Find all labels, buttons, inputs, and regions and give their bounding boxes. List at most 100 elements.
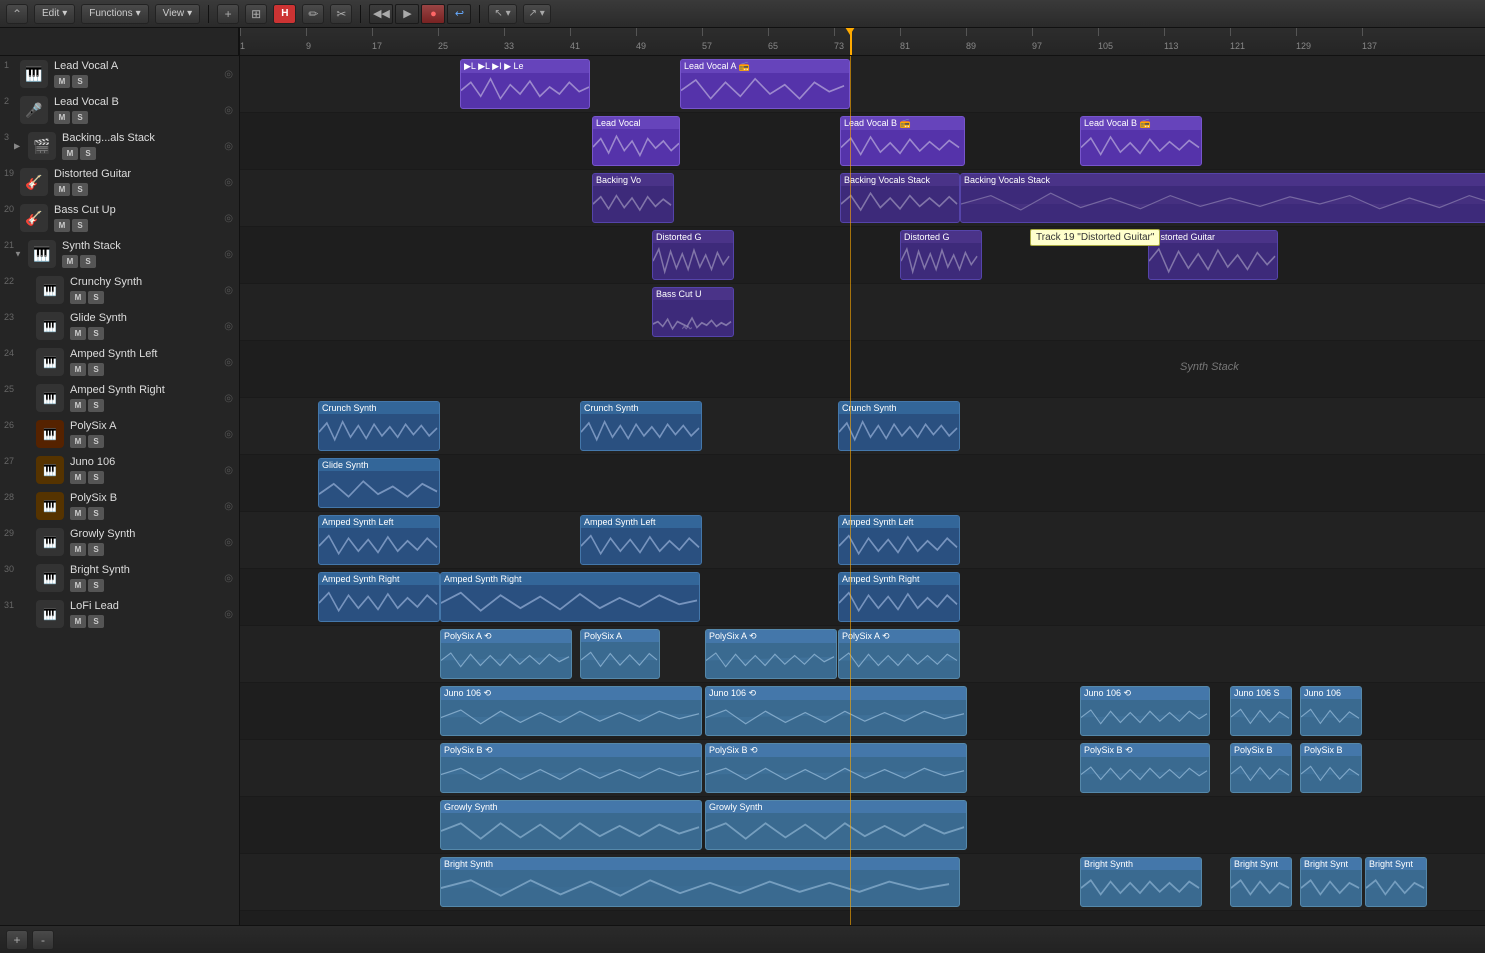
collapse-arrow-21[interactable]: ▼ <box>14 250 22 259</box>
timeline-area[interactable]: 1 9 17 25 33 41 49 57 65 73 81 89 97 105… <box>240 28 1485 925</box>
clip-lead-vocal-a-1[interactable]: ▶L ▶L ▶I ▶ Le <box>460 59 590 109</box>
solo-btn-22[interactable]: S <box>88 291 104 304</box>
collapse-arrow-3[interactable]: ▶ <box>14 142 20 151</box>
clip-backing-3[interactable]: Backing Vocals Stack <box>960 173 1485 223</box>
h-btn[interactable]: H <box>273 4 296 24</box>
play-btn[interactable]: ▶ <box>395 4 419 24</box>
clip-bass-cut-1[interactable]: Bass Cut U <box>652 287 734 337</box>
scissors-btn[interactable]: ✂ <box>330 4 352 24</box>
clip-lead-vocal-b-1[interactable]: Lead Vocal <box>592 116 680 166</box>
clip-bright-5[interactable]: Bright Synt <box>1365 857 1427 907</box>
track-content-20[interactable]: Bass Cut U <box>240 284 1485 341</box>
clip-polysix-b-1[interactable]: PolySix B ⟲ <box>440 743 702 793</box>
clip-polysix-a-3[interactable]: PolySix A ⟲ <box>705 629 837 679</box>
track-content-24[interactable]: Amped Synth Left Amped Synth Left Amped … <box>240 512 1485 569</box>
track-content-29[interactable]: Growly Synth Growly Synth <box>240 797 1485 854</box>
track-content-21[interactable]: Synth Stack <box>240 341 1485 398</box>
add-track-btn[interactable]: + <box>217 4 239 24</box>
clip-bright-2[interactable]: Bright Synth <box>1080 857 1202 907</box>
group-btn[interactable]: ⊞ <box>245 4 267 24</box>
mute-btn-3[interactable]: M <box>62 147 78 160</box>
zoom-in-btn[interactable]: + <box>6 930 28 950</box>
track-content-28[interactable]: PolySix B ⟲ PolySix B ⟲ PolySix B ⟲ <box>240 740 1485 797</box>
functions-menu[interactable]: Functions ▾ <box>81 4 148 24</box>
marquee-btn[interactable]: ↗ ▾ <box>523 4 551 24</box>
clip-crunch-2[interactable]: Crunch Synth <box>580 401 702 451</box>
pointer-btn[interactable]: ↖ ▾ <box>488 4 516 24</box>
track-content-lofi[interactable]: LoFi Lead LoFi Lead LoFi Lead <box>240 911 1485 925</box>
mute-btn-lofi[interactable]: M <box>70 615 86 628</box>
clip-polysix-a-1[interactable]: PolySix A ⟲ <box>440 629 572 679</box>
collapse-btn[interactable]: ⌃ <box>6 4 28 24</box>
loop-btn[interactable]: ↩ <box>447 4 471 24</box>
mute-btn-27[interactable]: M <box>70 471 86 484</box>
solo-btn-28[interactable]: S <box>88 507 104 520</box>
mute-btn-1[interactable]: M <box>54 75 70 88</box>
clip-juno-5[interactable]: Juno 106 <box>1300 686 1362 736</box>
rewind-btn[interactable]: ◀◀ <box>369 4 393 24</box>
clip-juno-3[interactable]: Juno 106 ⟲ <box>1080 686 1210 736</box>
clip-juno-2[interactable]: Juno 106 ⟲ <box>705 686 967 736</box>
zoom-out-btn[interactable]: - <box>32 930 54 950</box>
solo-btn-23[interactable]: S <box>88 327 104 340</box>
solo-btn-30[interactable]: S <box>88 579 104 592</box>
solo-btn-20[interactable]: S <box>72 219 88 232</box>
mute-btn-28[interactable]: M <box>70 507 86 520</box>
clip-lead-vocal-a-2[interactable]: Lead Vocal A 📻 <box>680 59 850 109</box>
track-content-27[interactable]: Juno 106 ⟲ Juno 106 ⟲ Juno 106 ⟲ <box>240 683 1485 740</box>
mute-btn-23[interactable]: M <box>70 327 86 340</box>
clip-glide-1[interactable]: Glide Synth <box>318 458 440 508</box>
clip-polysix-b-3[interactable]: PolySix B ⟲ <box>1080 743 1210 793</box>
track-content-3[interactable]: Backing Vo Backing Vocals Stack Backing … <box>240 170 1485 227</box>
clip-juno-1[interactable]: Juno 106 ⟲ <box>440 686 702 736</box>
solo-btn-21[interactable]: S <box>80 255 96 268</box>
track-content-22[interactable]: Crunch Synth Crunch Synth Crunch Synth <box>240 398 1485 455</box>
track-content-1[interactable]: ▶L ▶L ▶I ▶ Le Lead Vocal A 📻 <box>240 56 1485 113</box>
clip-bright-1[interactable]: Bright Synth <box>440 857 960 907</box>
clip-bright-3[interactable]: Bright Synt <box>1230 857 1292 907</box>
solo-btn-lofi[interactable]: S <box>88 615 104 628</box>
clip-polysix-b-5[interactable]: PolySix B <box>1300 743 1362 793</box>
edit-menu[interactable]: Edit ▾ <box>34 4 75 24</box>
clip-polysix-b-4[interactable]: PolySix B <box>1230 743 1292 793</box>
clip-bright-4[interactable]: Bright Synt <box>1300 857 1362 907</box>
solo-btn-19[interactable]: S <box>72 183 88 196</box>
mute-btn-30[interactable]: M <box>70 579 86 592</box>
clip-growly-1[interactable]: Growly Synth <box>440 800 702 850</box>
mute-btn-20[interactable]: M <box>54 219 70 232</box>
clip-lead-vocal-b-2[interactable]: Lead Vocal B 📻 <box>840 116 965 166</box>
clip-amped-left-3[interactable]: Amped Synth Left <box>838 515 960 565</box>
solo-btn-25[interactable]: S <box>88 399 104 412</box>
clip-crunch-1[interactable]: Crunch Synth <box>318 401 440 451</box>
track-content-30[interactable]: Bright Synth Bright Synth Bright Synt <box>240 854 1485 911</box>
clip-amped-left-1[interactable]: Amped Synth Left <box>318 515 440 565</box>
record-btn[interactable]: ● <box>421 4 445 24</box>
track-content-26[interactable]: PolySix A ⟲ PolySix A PolySix A ⟲ <box>240 626 1485 683</box>
mute-btn-24[interactable]: M <box>70 363 86 376</box>
clip-juno-4[interactable]: Juno 106 S <box>1230 686 1292 736</box>
solo-btn-26[interactable]: S <box>88 435 104 448</box>
clip-polysix-b-2[interactable]: PolySix B ⟲ <box>705 743 967 793</box>
clip-growly-2[interactable]: Growly Synth <box>705 800 967 850</box>
clip-polysix-a-2[interactable]: PolySix A <box>580 629 660 679</box>
solo-btn-27[interactable]: S <box>88 471 104 484</box>
track-content-19[interactable]: Distorted G Distorted G Distorted Guitar <box>240 227 1485 284</box>
mute-btn-21[interactable]: M <box>62 255 78 268</box>
mute-btn-19[interactable]: M <box>54 183 70 196</box>
solo-btn-2[interactable]: S <box>72 111 88 124</box>
mute-btn-26[interactable]: M <box>70 435 86 448</box>
clip-dist-guitar-1[interactable]: Distorted G <box>652 230 734 280</box>
mute-btn-29[interactable]: M <box>70 543 86 556</box>
view-menu[interactable]: View ▾ <box>155 4 201 24</box>
track-content-2[interactable]: Lead Vocal Lead Vocal B 📻 Lead Vocal B 📻 <box>240 113 1485 170</box>
clip-lead-vocal-b-3[interactable]: Lead Vocal B 📻 <box>1080 116 1202 166</box>
clip-backing-1[interactable]: Backing Vo <box>592 173 674 223</box>
mute-btn-25[interactable]: M <box>70 399 86 412</box>
solo-btn-24[interactable]: S <box>88 363 104 376</box>
track-content-23[interactable]: Glide Synth <box>240 455 1485 512</box>
clip-amped-right-1[interactable]: Amped Synth Right <box>318 572 440 622</box>
clip-amped-left-2[interactable]: Amped Synth Left <box>580 515 702 565</box>
pencil-btn[interactable]: ✏ <box>302 4 324 24</box>
solo-btn-1[interactable]: S <box>72 75 88 88</box>
playhead[interactable] <box>850 28 852 55</box>
